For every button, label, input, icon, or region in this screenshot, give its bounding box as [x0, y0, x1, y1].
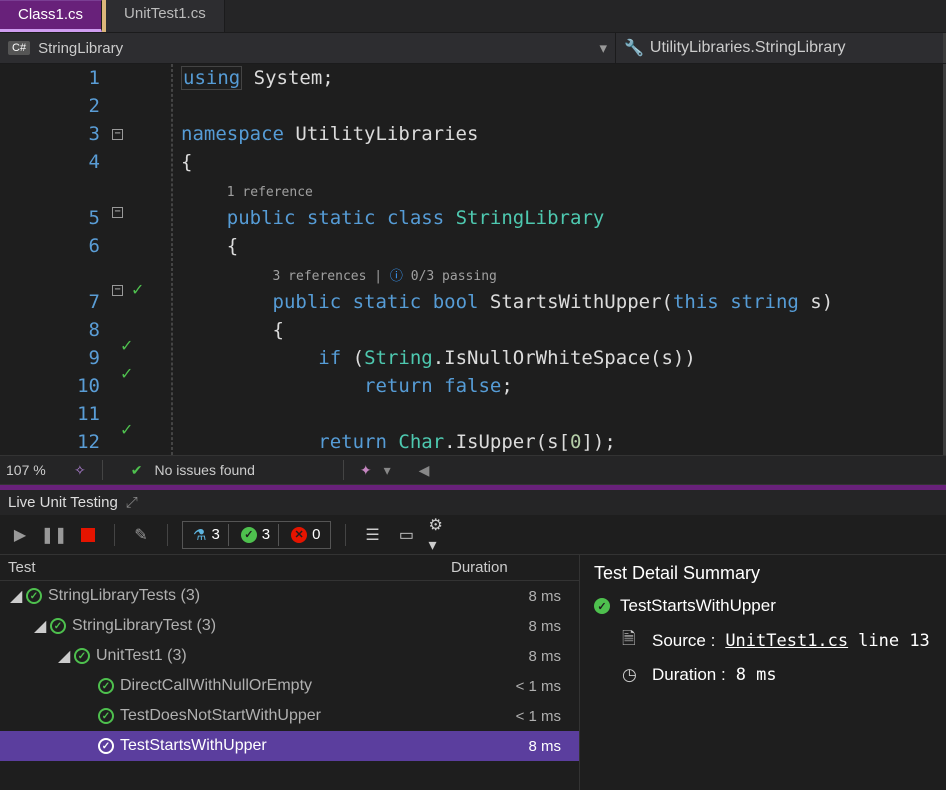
fold-toggle-icon[interactable]: − [112, 285, 123, 296]
count-total[interactable]: ⚗ 3 [185, 524, 229, 546]
test-pass-icon: ✓ [120, 364, 133, 384]
pause-button[interactable]: ❚❚ [42, 523, 66, 547]
code-content[interactable]: using System; namespace UtilityLibraries… [172, 64, 943, 455]
chevron-down-icon: ▾ [599, 39, 607, 57]
tree-row[interactable]: ✓ TestDoesNotStartWithUpper < 1 ms [0, 701, 579, 731]
test-toolbar: ▶ ❚❚ ✎ ⚗ 3 ✓ 3 ✕ 0 ☰ ▭ ⚙ ▾ [0, 515, 946, 555]
panel-title: Live Unit Testing ⤢ [0, 490, 946, 515]
stop-button[interactable] [76, 523, 100, 547]
expand-icon[interactable]: ◢ [58, 646, 70, 666]
edit-button[interactable]: ✎ [129, 523, 153, 547]
brush-icon[interactable]: ✦ [360, 462, 372, 479]
pass-icon: ✓ [74, 648, 90, 664]
pass-badge-icon: ✓ [241, 527, 257, 543]
detail-test-name: TestStartsWithUpper [620, 596, 776, 616]
flask-icon: ⚗ [193, 526, 206, 544]
pass-icon: ✓ [98, 738, 114, 754]
editor-status-bar: 107 % ✧ ✔ No issues found ✦ ▾ ◀ [0, 455, 946, 485]
tree-row[interactable]: ✓ TestStartsWithUpper 8 ms [0, 731, 579, 761]
column-duration[interactable]: Duration [451, 559, 571, 576]
pass-icon: ✓ [50, 618, 66, 634]
duration-label: Duration : [652, 665, 726, 685]
scroll-left-icon[interactable]: ◀ [419, 462, 430, 479]
navigation-bar: C# StringLibrary ▾ 🔧 UtilityLibraries.St… [0, 32, 946, 64]
detail-title: Test Detail Summary [594, 563, 932, 584]
list-view-button[interactable]: ☰ [360, 523, 384, 547]
member-dropdown[interactable]: 🔧 UtilityLibraries.StringLibrary [616, 33, 946, 63]
count-fail[interactable]: ✕ 0 [283, 524, 328, 546]
line-number-gutter: 1 2 3 4 5 6 7 8 9 10 11 12 [0, 64, 112, 455]
code-editor[interactable]: 1 2 3 4 5 6 7 8 9 10 11 12 − − −✓ ✓ ✓ ✓ … [0, 64, 946, 455]
pass-icon: ✓ [26, 588, 42, 604]
test-tree[interactable]: Test Duration ◢ ✓ StringLibraryTests (3)… [0, 555, 580, 790]
tab-bar: Class1.cs UnitTest1.cs [0, 0, 946, 32]
settings-button[interactable]: ⚙ ▾ [428, 523, 452, 547]
language-badge: C# [8, 41, 30, 55]
codelens-references[interactable]: 1 reference [227, 185, 313, 200]
no-issues-icon: ✔ [131, 462, 143, 479]
intellicode-icon[interactable]: ✧ [74, 462, 86, 479]
test-pass-icon: ✓ [120, 420, 133, 440]
codelens-references[interactable]: 3 references [273, 269, 367, 284]
test-detail-pane: Test Detail Summary ✓ TestStartsWithUppe… [580, 555, 946, 790]
member-label: UtilityLibraries.StringLibrary [650, 39, 846, 57]
no-issues-label: No issues found [154, 462, 254, 478]
pass-badge-icon: ✓ [594, 598, 610, 614]
source-line: line 13 [858, 631, 930, 651]
pass-icon: ✓ [98, 678, 114, 694]
duration-value: 8 ms [736, 665, 777, 685]
live-unit-testing-panel: Live Unit Testing ⤢ ▶ ❚❚ ✎ ⚗ 3 ✓ 3 ✕ 0 ☰… [0, 490, 946, 790]
play-button[interactable]: ▶ [8, 523, 32, 547]
fail-badge-icon: ✕ [291, 527, 307, 543]
zoom-level[interactable]: 107 % [6, 462, 66, 478]
tree-row[interactable]: ◢ ✓ StringLibraryTest (3) 8 ms [0, 611, 579, 641]
clock-icon: ◷ [622, 665, 642, 685]
source-file-link[interactable]: UnitTest1.cs [725, 631, 848, 651]
fold-gutter: − − −✓ ✓ ✓ ✓ [112, 64, 172, 455]
test-pass-icon: ✓ [131, 280, 144, 300]
expand-icon[interactable]: ◢ [34, 616, 46, 636]
test-counts: ⚗ 3 ✓ 3 ✕ 0 [182, 521, 331, 549]
source-label: Source : [652, 631, 715, 651]
column-test[interactable]: Test [8, 559, 451, 576]
pin-icon[interactable]: ⤢ [126, 494, 138, 511]
spanner-icon: 🔧 [624, 38, 644, 58]
tab-class1[interactable]: Class1.cs [0, 0, 102, 32]
test-pass-icon: ✓ [120, 336, 133, 356]
expand-icon[interactable]: ◢ [10, 586, 22, 606]
fold-toggle-icon[interactable]: − [112, 129, 123, 140]
pass-icon: ✓ [98, 708, 114, 724]
tree-row[interactable]: ◢ ✓ UnitTest1 (3) 8 ms [0, 641, 579, 671]
tree-header: Test Duration [0, 555, 579, 581]
codelens-test-status[interactable]: ⓘ [390, 269, 411, 284]
tab-unittest1[interactable]: UnitTest1.cs [102, 0, 225, 32]
tree-row[interactable]: ◢ ✓ StringLibraryTests (3) 8 ms [0, 581, 579, 611]
scope-label: StringLibrary [38, 40, 123, 57]
count-pass[interactable]: ✓ 3 [233, 524, 279, 546]
detail-view-button[interactable]: ▭ [394, 523, 418, 547]
fold-toggle-icon[interactable]: − [112, 207, 123, 218]
tree-row[interactable]: ✓ DirectCallWithNullOrEmpty < 1 ms [0, 671, 579, 701]
scope-dropdown[interactable]: C# StringLibrary ▾ [0, 33, 616, 63]
source-icon: 🗎 [622, 626, 642, 655]
